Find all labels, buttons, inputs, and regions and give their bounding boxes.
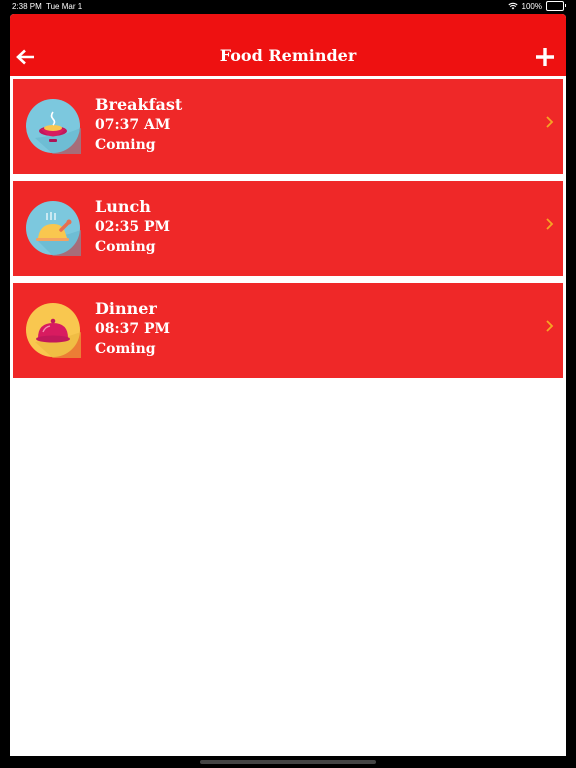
home-indicator[interactable] xyxy=(200,760,376,764)
status-time: 2:38 PM xyxy=(12,2,42,11)
status-right: 100% xyxy=(507,1,566,11)
status-date: Tue Mar 1 xyxy=(46,2,83,11)
meal-name: Breakfast xyxy=(95,95,183,114)
cloche-icon xyxy=(26,303,81,358)
chevron-right-icon xyxy=(546,218,554,230)
status-bar: 2:38 PM Tue Mar 1 100% xyxy=(0,0,576,14)
meal-info: Breakfast 07:37 AM Coming xyxy=(95,94,182,155)
meal-status: Coming xyxy=(95,137,156,153)
meal-info: Lunch 02:35 PM Coming xyxy=(95,196,170,257)
meal-time: 07:37 AM xyxy=(95,117,171,133)
meal-status: Coming xyxy=(95,239,156,255)
meal-info: Dinner 08:37 PM Coming xyxy=(95,298,170,359)
meal-status: Coming xyxy=(95,341,156,357)
meal-name: Dinner xyxy=(95,299,157,318)
meal-time: 02:35 PM xyxy=(95,219,171,235)
meal-name: Lunch xyxy=(95,197,151,216)
roast-chicken-icon xyxy=(26,201,81,256)
wifi-icon xyxy=(507,2,518,10)
app-screen: Food Reminder Breakfast 07:37 AM Coming xyxy=(10,14,566,756)
battery-icon xyxy=(546,1,566,11)
plus-icon[interactable] xyxy=(534,46,556,68)
meal-row-breakfast[interactable]: Breakfast 07:37 AM Coming xyxy=(13,79,563,174)
soup-bowl-icon xyxy=(26,99,81,154)
battery-percent: 100% xyxy=(521,1,542,11)
meal-time: 08:37 PM xyxy=(95,321,171,337)
meal-row-lunch[interactable]: Lunch 02:35 PM Coming xyxy=(13,181,563,276)
meal-row-dinner[interactable]: Dinner 08:37 PM Coming xyxy=(13,283,563,378)
chevron-right-icon xyxy=(546,320,554,332)
meal-list: Breakfast 07:37 AM Coming Lunch 02:35 PM… xyxy=(13,79,563,385)
chevron-right-icon xyxy=(546,116,554,128)
page-title: Food Reminder xyxy=(219,46,357,65)
nav-bar: Food Reminder xyxy=(10,14,566,76)
